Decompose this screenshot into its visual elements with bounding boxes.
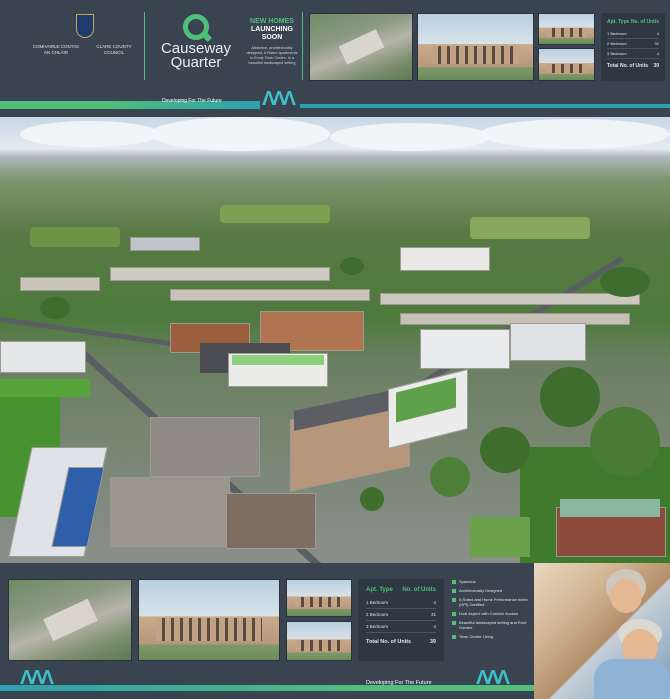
launch-line1: NEW HOMES bbox=[250, 18, 294, 25]
divider bbox=[302, 12, 303, 80]
table-row: 2 Bedroom 31 bbox=[607, 39, 659, 49]
table-total: Total No. of Units 39 bbox=[607, 63, 659, 69]
table-header-type: Apt. Type bbox=[607, 19, 630, 25]
wave-logo-icon: ΛΛΛ bbox=[262, 88, 296, 110]
aerial-site-photo bbox=[0, 117, 670, 563]
table-header-type: Apt. Type bbox=[366, 587, 393, 593]
accent-strip bbox=[300, 104, 670, 108]
total-label: Total No. of Units bbox=[366, 639, 412, 645]
feature-text: Spacious bbox=[459, 579, 476, 584]
units-table: Apt. Type No. of Units 1 Bedroom 4 2 Bed… bbox=[601, 13, 665, 81]
list-item: Town Centre Living bbox=[452, 634, 532, 639]
bullet-icon bbox=[452, 612, 456, 616]
feature-text: Architecturally Designed bbox=[459, 588, 503, 593]
row-type: 2 Bedroom bbox=[607, 41, 627, 46]
list-item: Spacious bbox=[452, 579, 532, 584]
render-facade-photo bbox=[286, 579, 352, 617]
bullet-icon bbox=[452, 635, 456, 639]
render-street-photo bbox=[138, 579, 280, 661]
table-row: 3 Bedroom 4 bbox=[607, 49, 659, 59]
council-name-irish: COMHAIRLE CONTAE AN CHLÁIR bbox=[32, 44, 80, 55]
row-units: 4 bbox=[656, 31, 659, 36]
row-type: 2 Bedroom bbox=[366, 612, 389, 617]
bullet-icon bbox=[452, 621, 456, 625]
feature-text: Dual Aspect with Corridor Access bbox=[459, 611, 518, 616]
accent-strip bbox=[0, 685, 534, 691]
bullet-icon bbox=[452, 589, 456, 593]
bottom-banner: Apt. Type No. of Units 1 Bedroom 4 2 Bed… bbox=[0, 563, 670, 699]
council-crest-icon bbox=[76, 14, 94, 38]
table-total: Total No. of Units 39 bbox=[366, 639, 436, 645]
list-item: Beautiful landscaped setting and Roof Ga… bbox=[452, 620, 532, 630]
render-aerial-photo bbox=[309, 13, 413, 81]
family-photo bbox=[534, 563, 670, 699]
total-value: 39 bbox=[653, 63, 659, 69]
features-list: Spacious Architecturally Designed A Rate… bbox=[452, 579, 532, 643]
wave-logo-icon: ΛΛΛ bbox=[20, 667, 54, 689]
bullet-icon bbox=[452, 598, 456, 602]
launch-line2: LAUNCHING bbox=[251, 26, 293, 33]
list-item: A Rated and Home Performance Index (HPI)… bbox=[452, 597, 532, 607]
feature-text: A Rated and Home Performance Index (HPI)… bbox=[459, 597, 528, 607]
render-aerial-photo bbox=[8, 579, 132, 661]
council-logo: COMHAIRLE CONTAE AN CHLÁIR CLARE COUNTY … bbox=[30, 14, 140, 74]
launch-blurb: Attractive, architecturally designed, A … bbox=[246, 46, 298, 65]
tagline: Developing For The Future bbox=[162, 98, 222, 104]
render-facade-photo-2 bbox=[286, 621, 352, 661]
list-item: Architecturally Designed bbox=[452, 588, 532, 593]
table-header-units: No. of Units bbox=[630, 19, 659, 25]
bullet-icon bbox=[452, 580, 456, 584]
render-facade-photo-2 bbox=[538, 48, 595, 81]
total-label: Total No. of Units bbox=[607, 63, 649, 69]
table-header-units: No. of Units bbox=[402, 587, 436, 593]
row-type: 1 Bedroom bbox=[366, 600, 389, 605]
feature-text: Town Centre Living bbox=[459, 634, 494, 639]
row-units: 4 bbox=[433, 624, 436, 629]
row-type: 3 Bedroom bbox=[366, 624, 389, 629]
brand-name-line2: Quarter bbox=[170, 54, 222, 71]
units-table: Apt. Type No. of Units 1 Bedroom 4 2 Bed… bbox=[358, 579, 444, 661]
row-units: 4 bbox=[433, 600, 436, 605]
render-street-photo bbox=[417, 13, 534, 81]
launch-line3: SOON bbox=[261, 34, 283, 41]
total-value: 39 bbox=[429, 639, 436, 645]
top-banner: COMHAIRLE CONTAE AN CHLÁIR CLARE COUNTY … bbox=[0, 0, 670, 117]
row-units: 31 bbox=[654, 41, 659, 46]
brand-logo: Causeway Quarter bbox=[154, 14, 238, 84]
row-type: 3 Bedroom bbox=[607, 51, 627, 56]
list-item: Dual Aspect with Corridor Access bbox=[452, 611, 532, 616]
row-units: 4 bbox=[656, 51, 659, 56]
render-facade-photo bbox=[538, 13, 595, 45]
feature-text: Beautiful landscaped setting and Roof Ga… bbox=[459, 620, 527, 630]
council-name-english: CLARE COUNTY COUNCIL bbox=[96, 44, 132, 55]
table-row: 3 Bedroom 4 bbox=[366, 621, 436, 633]
row-type: 1 Bedroom bbox=[607, 31, 627, 36]
table-row: 1 Bedroom 4 bbox=[607, 29, 659, 39]
tagline: Developing For The Future bbox=[366, 680, 432, 686]
row-units: 31 bbox=[430, 612, 436, 617]
table-row: 1 Bedroom 4 bbox=[366, 597, 436, 609]
wave-logo-icon: ΛΛΛ bbox=[476, 667, 510, 689]
table-row: 2 Bedroom 31 bbox=[366, 609, 436, 621]
q-logo-icon bbox=[183, 14, 209, 40]
divider bbox=[144, 12, 145, 80]
launch-notice: NEW HOMES LAUNCHING SOON Attractive, arc… bbox=[246, 18, 298, 66]
